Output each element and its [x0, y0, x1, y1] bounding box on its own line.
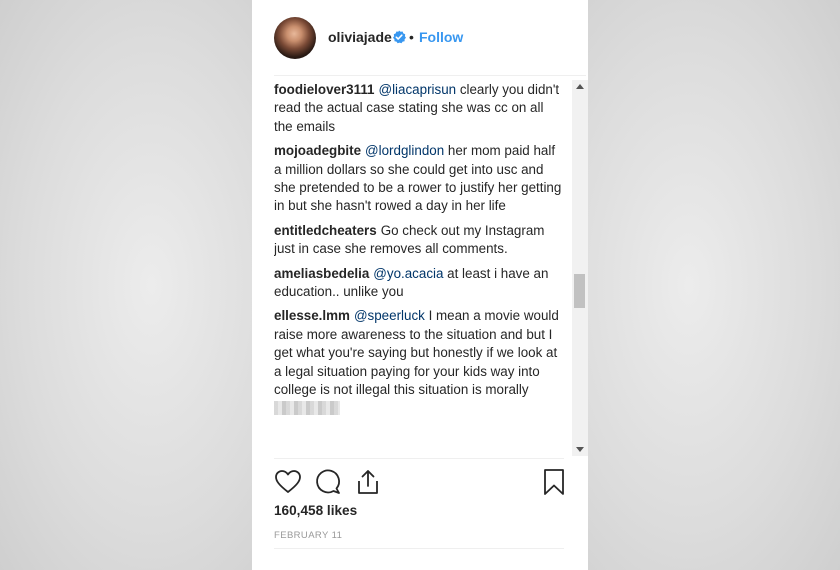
comment-bubble-icon[interactable]	[314, 468, 342, 496]
actions-divider	[274, 458, 564, 459]
header-separator: •	[409, 29, 414, 45]
comment-mention[interactable]: @yo.acacia	[373, 266, 443, 281]
blurred-background-left	[0, 0, 252, 570]
comment-username[interactable]: ameliasbedelia	[274, 266, 369, 281]
comments-list[interactable]: foodielover3111 @liacaprisun clearly you …	[274, 81, 564, 457]
heart-icon[interactable]	[274, 468, 302, 496]
list-item: ellesse.lmm @speerluck I mean a movie wou…	[274, 307, 564, 417]
comment-username[interactable]: mojoadegbite	[274, 143, 361, 158]
blurred-background-right	[588, 0, 840, 570]
footer-divider	[274, 548, 564, 549]
comment-mention[interactable]: @speerluck	[354, 308, 425, 323]
comment-username[interactable]: entitledcheaters	[274, 223, 377, 238]
comment-mention[interactable]: @liacaprisun	[378, 82, 456, 97]
comment-username[interactable]: foodielover3111	[274, 82, 374, 97]
post-header: oliviajade • Follow	[252, 0, 588, 76]
scroll-up-arrow-icon[interactable]	[576, 84, 584, 89]
likes-count[interactable]: 160,458 likes	[274, 503, 357, 518]
post-actions	[274, 468, 566, 498]
share-icon[interactable]	[354, 468, 382, 496]
follow-button[interactable]: Follow	[419, 29, 463, 45]
list-item: mojoadegbite @lordglindon her mom paid ha…	[274, 142, 564, 216]
verified-badge-icon	[393, 30, 406, 44]
list-item: foodielover3111 @liacaprisun clearly you …	[274, 81, 564, 136]
list-item: ameliasbedelia @yo.acacia at least i have…	[274, 265, 564, 302]
censored-word-blur	[274, 400, 340, 415]
header-divider	[274, 75, 586, 76]
bookmark-icon[interactable]	[540, 468, 568, 496]
post-date: FEBRUARY 11	[274, 530, 343, 541]
scrollbar-thumb[interactable]	[574, 274, 585, 308]
comments-scrollbar[interactable]	[572, 80, 588, 456]
comment-username[interactable]: ellesse.lmm	[274, 308, 350, 323]
avatar[interactable]	[274, 17, 316, 59]
comment-mention[interactable]: @lordglindon	[365, 143, 444, 158]
username[interactable]: oliviajade	[328, 29, 392, 45]
list-item: entitledcheaters Go check out my Instagra…	[274, 222, 564, 259]
instagram-post-panel: oliviajade • Follow foodielover3111 @liac…	[252, 0, 588, 570]
scroll-down-arrow-icon[interactable]	[576, 447, 584, 452]
